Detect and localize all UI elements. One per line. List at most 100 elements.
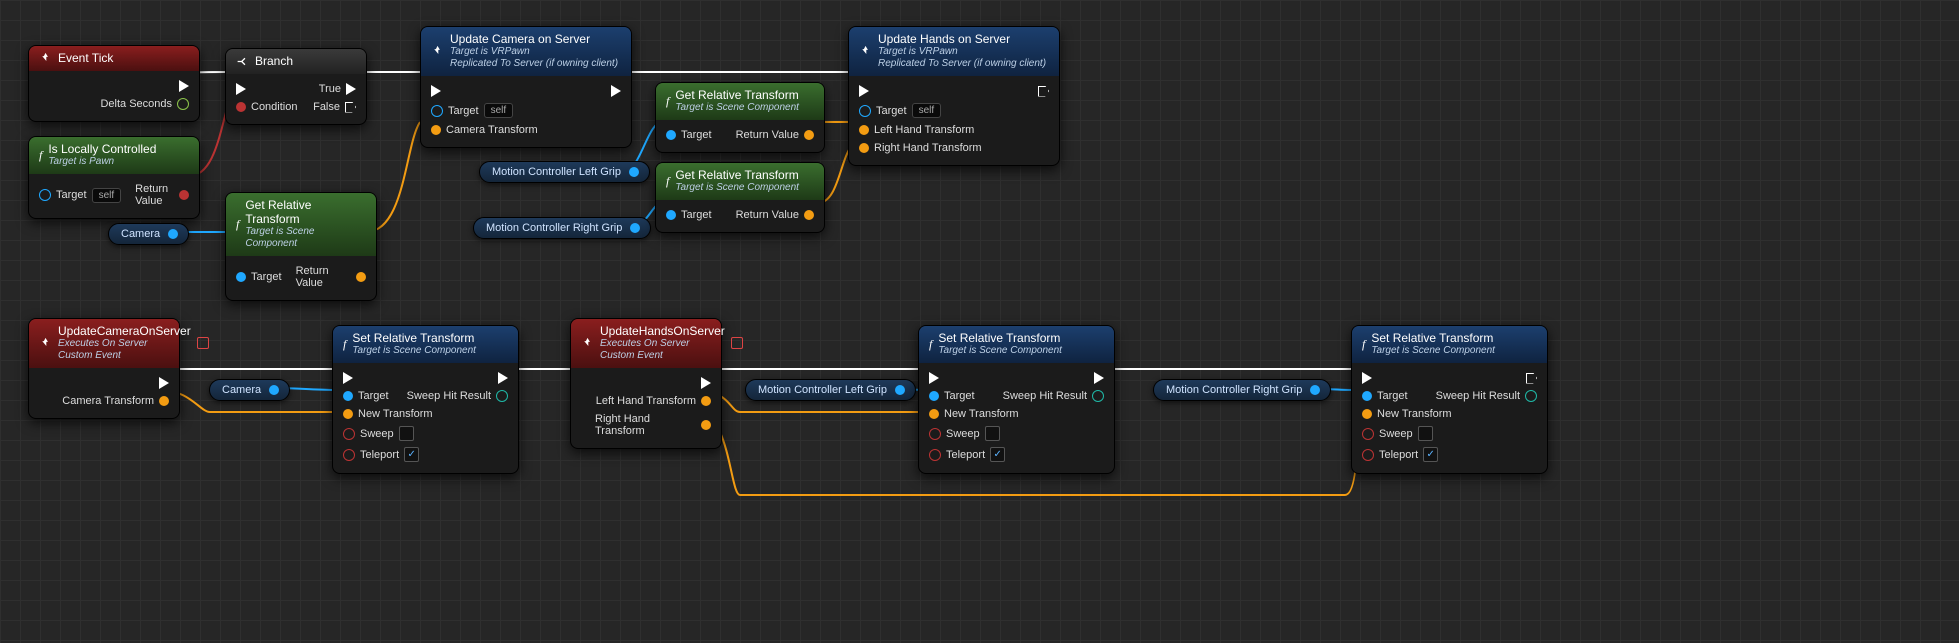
output-pin[interactable]: [1310, 385, 1320, 395]
node-header: Update Camera on ServerTarget is VRPawnR…: [421, 27, 631, 76]
exec-in-pin[interactable]: [236, 83, 246, 95]
teleport-checkbox[interactable]: ✓: [990, 447, 1005, 462]
teleport-pin[interactable]: Teleport✓: [343, 447, 419, 462]
return-value-pin[interactable]: Return Value: [135, 183, 189, 207]
exec-in-pin[interactable]: [1362, 372, 1372, 384]
sweep-pin[interactable]: Sweep: [929, 426, 1000, 441]
exec-out-pin[interactable]: [611, 85, 621, 97]
node-set-relative-transform-3[interactable]: f Set Relative TransformTarget is Scene …: [1351, 325, 1548, 474]
right-hand-transform-pin[interactable]: Right Hand Transform: [595, 413, 711, 437]
delegate-pin[interactable]: [731, 337, 743, 349]
node-branch[interactable]: Branch True ConditionFalse: [225, 48, 367, 125]
function-icon: f: [343, 337, 346, 352]
node-event-update-hands-on-server[interactable]: UpdateHandsOnServerExecutes On ServerCus…: [570, 318, 722, 449]
return-value-pin[interactable]: Return Value: [736, 209, 814, 221]
var-mc-right-grip[interactable]: Motion Controller Right Grip: [473, 217, 651, 239]
node-title: Update Camera on Server: [450, 32, 618, 46]
target-pin[interactable]: Target: [343, 390, 389, 402]
exec-out-pin[interactable]: [179, 80, 189, 92]
camera-transform-pin[interactable]: Camera Transform: [431, 124, 538, 136]
node-get-relative-transform-2[interactable]: f Get Relative TransformTarget is Scene …: [655, 82, 825, 153]
teleport-checkbox[interactable]: ✓: [404, 447, 419, 462]
exec-in-pin[interactable]: [859, 85, 869, 97]
camera-transform-pin[interactable]: Camera Transform: [62, 395, 169, 407]
var-mc-left-grip[interactable]: Motion Controller Left Grip: [479, 161, 650, 183]
target-pin[interactable]: Target: [666, 209, 712, 221]
node-title: Event Tick: [58, 51, 113, 65]
output-pin[interactable]: [168, 229, 178, 239]
teleport-pin[interactable]: Teleport✓: [929, 447, 1005, 462]
exec-in-pin[interactable]: [431, 85, 441, 97]
node-title: UpdateCameraOnServer: [58, 324, 191, 338]
node-is-locally-controlled[interactable]: f Is Locally ControlledTarget is Pawn Ta…: [28, 136, 200, 219]
branch-icon: [236, 55, 249, 68]
node-update-camera-on-server[interactable]: Update Camera on ServerTarget is VRPawnR…: [420, 26, 632, 148]
event-call-icon: [431, 45, 444, 58]
node-title: UpdateHandsOnServer: [600, 324, 725, 338]
exec-out-pin[interactable]: [1526, 373, 1537, 384]
sweep-hit-result-pin[interactable]: Sweep Hit Result: [1436, 390, 1537, 402]
left-hand-transform-pin[interactable]: Left Hand Transform: [859, 124, 974, 136]
node-title: Is Locally Controlled: [48, 142, 156, 156]
true-pin[interactable]: True: [319, 83, 356, 95]
left-hand-transform-pin[interactable]: Left Hand Transform: [596, 395, 711, 407]
var-mc-left-grip-2[interactable]: Motion Controller Left Grip: [745, 379, 916, 401]
sweep-checkbox[interactable]: [1418, 426, 1433, 441]
exec-out-pin[interactable]: [701, 377, 711, 389]
node-event-update-camera-on-server[interactable]: UpdateCameraOnServerExecutes On ServerCu…: [28, 318, 180, 419]
output-pin[interactable]: [629, 167, 639, 177]
sweep-hit-result-pin[interactable]: Sweep Hit Result: [407, 390, 508, 402]
target-pin[interactable]: Targetself: [859, 103, 941, 118]
output-pin[interactable]: [630, 223, 640, 233]
node-title: Set Relative Transform: [938, 331, 1062, 345]
exec-out-pin[interactable]: [159, 377, 169, 389]
function-icon: f: [929, 337, 932, 352]
node-get-relative-transform-1[interactable]: f Get Relative TransformTarget is Scene …: [225, 192, 377, 301]
target-pin[interactable]: Target: [236, 271, 282, 283]
node-set-relative-transform-1[interactable]: f Set Relative TransformTarget is Scene …: [332, 325, 519, 474]
false-pin[interactable]: False: [313, 101, 356, 113]
new-transform-pin[interactable]: New Transform: [929, 408, 1019, 420]
node-event-tick[interactable]: Event Tick Delta Seconds: [28, 45, 200, 122]
var-camera-2[interactable]: Camera: [209, 379, 290, 401]
sweep-hit-result-pin[interactable]: Sweep Hit Result: [1003, 390, 1104, 402]
var-mc-right-grip-2[interactable]: Motion Controller Right Grip: [1153, 379, 1331, 401]
target-pin[interactable]: Target: [1362, 390, 1408, 402]
sweep-checkbox[interactable]: [985, 426, 1000, 441]
exec-out-pin[interactable]: [1038, 86, 1049, 97]
event-call-icon: [859, 45, 872, 58]
new-transform-pin[interactable]: New Transform: [1362, 408, 1452, 420]
custom-event-icon: [39, 337, 52, 350]
node-header: f Get Relative TransformTarget is Scene …: [656, 163, 824, 200]
output-pin[interactable]: [895, 385, 905, 395]
delegate-pin[interactable]: [197, 337, 209, 349]
target-pin[interactable]: Targetself: [39, 188, 121, 203]
var-camera[interactable]: Camera: [108, 223, 189, 245]
teleport-pin[interactable]: Teleport✓: [1362, 447, 1438, 462]
node-get-relative-transform-3[interactable]: f Get Relative TransformTarget is Scene …: [655, 162, 825, 233]
function-icon: f: [39, 148, 42, 163]
sweep-pin[interactable]: Sweep: [1362, 426, 1433, 441]
exec-out-pin[interactable]: [1094, 372, 1104, 384]
right-hand-transform-pin[interactable]: Right Hand Transform: [859, 142, 982, 154]
sweep-checkbox[interactable]: [399, 426, 414, 441]
target-pin[interactable]: Targetself: [431, 103, 513, 118]
target-pin[interactable]: Target: [929, 390, 975, 402]
return-value-pin[interactable]: Return Value: [296, 265, 366, 289]
output-pin[interactable]: [269, 385, 279, 395]
new-transform-pin[interactable]: New Transform: [343, 408, 433, 420]
delta-seconds-pin[interactable]: Delta Seconds: [100, 98, 189, 110]
exec-in-pin[interactable]: [343, 372, 353, 384]
sweep-pin[interactable]: Sweep: [343, 426, 414, 441]
custom-event-icon: [581, 337, 594, 350]
return-value-pin[interactable]: Return Value: [736, 129, 814, 141]
condition-pin[interactable]: Condition: [236, 101, 297, 113]
exec-in-pin[interactable]: [929, 372, 939, 384]
node-header: UpdateHandsOnServerExecutes On ServerCus…: [571, 319, 721, 368]
node-update-hands-on-server[interactable]: Update Hands on ServerTarget is VRPawnRe…: [848, 26, 1060, 166]
target-pin[interactable]: Target: [666, 129, 712, 141]
teleport-checkbox[interactable]: ✓: [1423, 447, 1438, 462]
node-title: Get Relative Transform: [675, 88, 799, 102]
node-set-relative-transform-2[interactable]: f Set Relative TransformTarget is Scene …: [918, 325, 1115, 474]
exec-out-pin[interactable]: [498, 372, 508, 384]
